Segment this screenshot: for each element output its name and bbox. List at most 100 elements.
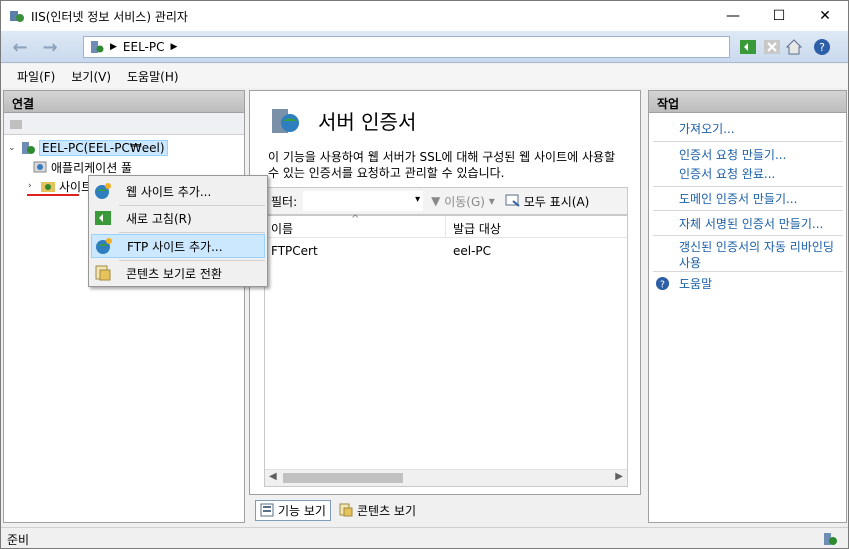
tree-label-app-pools: 애플리케이션 풀	[51, 160, 133, 175]
scroll-right-icon[interactable]: ▶	[615, 471, 623, 482]
action-separator	[653, 271, 843, 272]
actions-panel: 작업 가져오기... 인증서 요청 만들기... 인증서 요청 완료... 도메…	[648, 90, 847, 523]
tree-node-server[interactable]: ⌄ EEL-PC(EEL-PC₩eel)	[8, 139, 168, 157]
features-panel: 서버 인증서 이 기능을 사용하여 웹 서버가 SSL에 대해 구성된 웹 사이…	[249, 90, 641, 495]
menu-item-label: 새로 고침(R)	[126, 211, 192, 226]
sites-context-menu: 웹 사이트 추가... 새로 고침(R) FTP 사이트 추가... 콘텐츠 보…	[88, 175, 268, 287]
help-icon: ?	[655, 276, 670, 290]
stop-icon[interactable]	[763, 38, 781, 56]
view-tabs: 기능 보기 콘텐츠 보기	[255, 499, 424, 521]
feature-description: 이 기능을 사용하여 웹 서버가 SSL에 대해 구성된 웹 사이트에 사용할 …	[268, 150, 616, 180]
collapse-icon[interactable]: ⌄	[8, 143, 20, 153]
address-box[interactable]: ▶ EEL-PC ▶	[83, 36, 730, 58]
tree-node-sites[interactable]: › 사이트	[28, 177, 92, 195]
menu-item-label: 웹 사이트 추가...	[126, 184, 212, 199]
forward-button[interactable]: →	[35, 35, 65, 59]
server-certificates-icon	[272, 109, 299, 133]
tab-features-view[interactable]: 기능 보기	[255, 499, 331, 521]
tree-label-server: EEL-PC(EEL-PC₩eel)	[39, 140, 168, 156]
page-title: 서버 인증서	[318, 109, 417, 134]
server-status-icon	[824, 533, 837, 545]
back-button[interactable]: ←	[5, 35, 35, 59]
action-complete-cert-request[interactable]: 인증서 요청 완료...	[679, 166, 775, 182]
breadcrumb-item-server[interactable]: EEL-PC	[123, 40, 165, 54]
annotation-underline-sites	[27, 194, 79, 196]
menu-item-label: FTP 사이트 추가...	[127, 239, 223, 254]
column-divider[interactable]	[445, 216, 446, 238]
svg-text:?: ?	[660, 279, 665, 290]
funnel-icon: ▼	[431, 194, 441, 208]
tab-content-view[interactable]: 콘텐츠 보기	[335, 501, 420, 520]
action-separator	[653, 235, 843, 236]
content-view-icon	[95, 265, 111, 281]
status-bar: 준비	[1, 527, 848, 548]
action-create-cert-request[interactable]: 인증서 요청 만들기...	[679, 147, 786, 163]
action-help[interactable]: 도움말	[679, 276, 712, 292]
refresh-icon	[95, 211, 111, 225]
action-create-domain-cert[interactable]: 도메인 인증서 만들기...	[679, 191, 797, 207]
connections-header: 연결	[4, 91, 244, 113]
action-import[interactable]: 가져오기...	[679, 121, 735, 137]
cell-issued-to: eel-PC	[453, 244, 492, 258]
server-icon	[91, 41, 104, 53]
globe-add-icon	[96, 238, 112, 254]
certificates-list: 이름 ^ 발급 대상 FTPCert eel-PC ◀ ▶	[264, 214, 628, 487]
maximize-button[interactable]: ☐	[756, 1, 802, 31]
features-view-icon	[260, 503, 274, 517]
menu-bar: 파일(F) 보기(V) 도움말(H)	[1, 64, 848, 88]
status-text: 준비	[7, 533, 30, 547]
connect-icon[interactable]	[8, 116, 24, 132]
address-bar: ← → ▶ EEL-PC ▶ ?	[1, 31, 848, 63]
menu-item-switch-content-view[interactable]: 콘텐츠 보기로 전환	[91, 261, 265, 285]
actions-header: 작업	[649, 91, 846, 113]
scroll-left-icon[interactable]: ◀	[269, 471, 277, 482]
tab-label: 콘텐츠 보기	[356, 503, 416, 518]
menu-help[interactable]: 도움말(H)	[119, 68, 187, 85]
show-all-label: 모두 표시(A)	[523, 194, 590, 209]
help-icon[interactable]: ?	[813, 38, 831, 56]
content-view-icon	[339, 503, 353, 517]
list-header: 이름 ^ 발급 대상	[265, 214, 627, 238]
action-separator	[653, 210, 843, 211]
scroll-thumb[interactable]	[283, 473, 403, 483]
action-create-self-signed-cert[interactable]: 자체 서명된 인증서 만들기...	[679, 216, 823, 232]
minimize-button[interactable]: —	[710, 1, 756, 31]
cell-name: FTPCert	[271, 244, 318, 258]
home-icon[interactable]	[785, 38, 803, 56]
menu-separator	[119, 232, 265, 233]
app-pool-icon	[33, 161, 47, 173]
connections-panel: 연결 ⌄ EEL-PC(EEL-PC₩eel) 애플리케이션 풀 › 사이트	[3, 90, 245, 523]
sites-folder-icon	[41, 182, 55, 192]
connections-toolbar	[4, 113, 244, 135]
filter-input[interactable]	[303, 191, 424, 211]
show-all-button[interactable]: 모두 표시(A)	[505, 193, 590, 210]
menu-item-label: 콘텐츠 보기로 전환	[126, 266, 222, 281]
refresh-icon[interactable]	[739, 38, 757, 56]
column-header-issued-to[interactable]: 발급 대상	[453, 220, 501, 237]
server-icon	[22, 142, 35, 154]
column-header-name[interactable]: 이름	[271, 220, 293, 237]
expand-icon[interactable]: ›	[28, 181, 40, 191]
globe-add-icon	[95, 183, 111, 199]
iis-app-icon	[10, 11, 24, 22]
action-enable-auto-rebind[interactable]: 갱신된 인증서의 자동 리바인딩 사용	[679, 239, 839, 271]
horizontal-scrollbar[interactable]: ◀ ▶	[265, 469, 627, 486]
menu-file[interactable]: 파일(F)	[9, 68, 63, 85]
feature-title: 서버 인증서	[268, 103, 416, 137]
menu-item-add-website[interactable]: 웹 사이트 추가...	[91, 179, 265, 203]
menu-item-refresh[interactable]: 새로 고침(R)	[91, 206, 265, 230]
go-button[interactable]: ▼ 이동(G) ▾	[431, 193, 495, 210]
menu-view[interactable]: 보기(V)	[63, 68, 119, 85]
menu-item-add-ftp-site[interactable]: FTP 사이트 추가...	[91, 234, 265, 258]
tab-label: 기능 보기	[278, 503, 326, 518]
tree-node-app-pools[interactable]: 애플리케이션 풀	[32, 158, 132, 176]
action-separator	[653, 186, 843, 187]
breadcrumb-chevron-icon[interactable]: ▶	[171, 42, 178, 52]
window-title: IIS(인터넷 정보 서비스) 관리자	[31, 9, 188, 24]
close-button[interactable]: ✕	[802, 1, 848, 31]
iis-manager-window: IIS(인터넷 정보 서비스) 관리자 — ☐ ✕ ← → ▶ EEL-PC ▶	[0, 0, 849, 549]
title-bar: IIS(인터넷 정보 서비스) 관리자 — ☐ ✕	[1, 1, 848, 31]
table-row[interactable]: FTPCert eel-PC	[265, 242, 627, 260]
breadcrumb-chevron-icon: ▶	[110, 42, 117, 52]
filter-label: 필터:	[271, 194, 298, 209]
